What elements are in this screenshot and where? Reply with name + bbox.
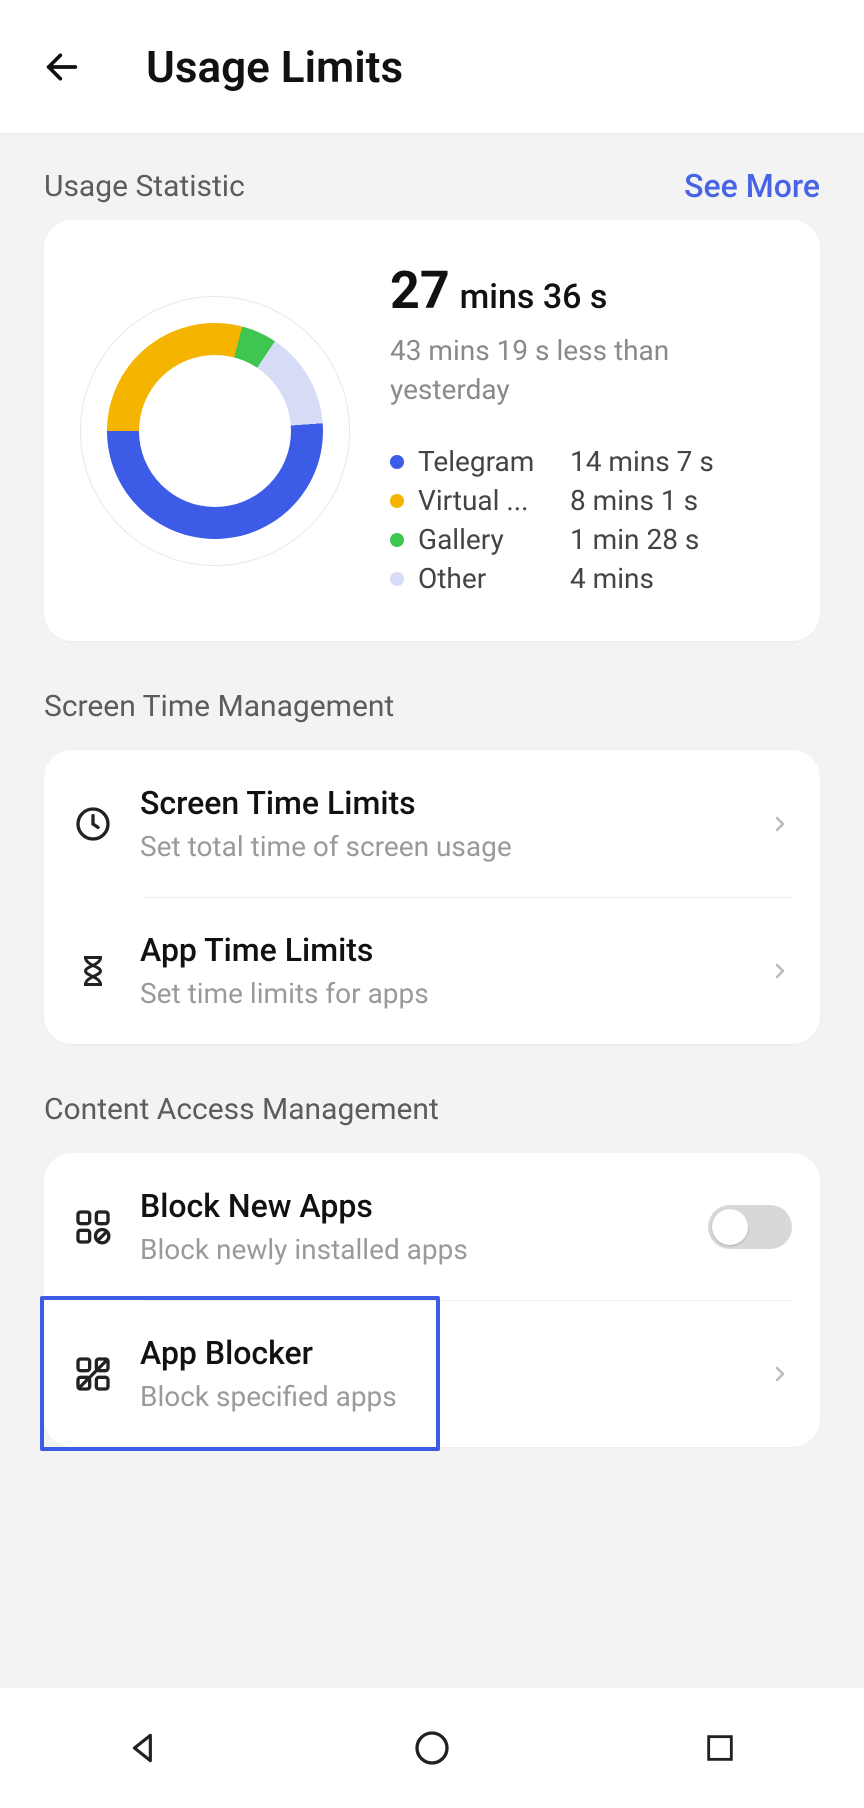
apps-block-icon [70, 1204, 116, 1250]
nav-back-button[interactable] [114, 1718, 174, 1778]
screen-time-item-app-time-limits[interactable]: App Time Limits Set time limits for apps [44, 897, 820, 1044]
list-item-subtitle: Set time limits for apps [140, 977, 768, 1010]
circle-home-icon [412, 1728, 452, 1768]
app-header: Usage Limits [0, 0, 864, 134]
clock-icon [70, 801, 116, 847]
toggle-switch[interactable] [708, 1205, 792, 1249]
page-title: Usage Limits [146, 41, 403, 93]
nav-recent-button[interactable] [690, 1718, 750, 1778]
usage-statistic-card[interactable]: 27 mins 36 s 43 mins 19 s less than yest… [44, 220, 820, 641]
legend-row: Other 4 mins [390, 562, 784, 595]
legend-value: 8 mins 1 s [570, 484, 698, 517]
list-item-subtitle: Set total time of screen usage [140, 830, 768, 863]
content-access-item-block-new-apps[interactable]: Block New Apps Block newly installed apps [44, 1153, 820, 1300]
usage-compare-text: 43 mins 19 s less than yesterday [390, 331, 690, 409]
legend-row: Gallery 1 min 28 s [390, 523, 784, 556]
nav-home-button[interactable] [402, 1718, 462, 1778]
content-access-item-app-blocker[interactable]: App Blocker Block specified apps [44, 1300, 820, 1447]
legend-dot-icon [390, 533, 404, 547]
triangle-back-icon [125, 1729, 163, 1767]
content-access-mgmt-label: Content Access Management [44, 1092, 820, 1127]
back-button[interactable] [40, 45, 84, 89]
usage-legend: Telegram 14 mins 7 s Virtual ... 8 mins 1 s… [390, 445, 784, 595]
system-nav-bar [0, 1688, 864, 1808]
legend-dot-icon [390, 494, 404, 508]
chevron-right-icon [768, 1362, 792, 1386]
arrow-left-icon [42, 47, 82, 87]
screen-time-mgmt-card: Screen Time Limits Set total time of scre… [44, 750, 820, 1044]
list-item-subtitle: Block newly installed apps [140, 1233, 708, 1266]
apps-slash-icon [70, 1351, 116, 1397]
legend-name: Gallery [418, 523, 558, 556]
total-usage-time: 27 mins 36 s [390, 260, 784, 321]
legend-row: Telegram 14 mins 7 s [390, 445, 784, 478]
chevron-right-icon [768, 812, 792, 836]
screen-time-mgmt-label: Screen Time Management [44, 689, 820, 724]
list-item-title: App Time Limits [140, 931, 768, 969]
usage-donut-chart [80, 296, 350, 566]
legend-dot-icon [390, 455, 404, 469]
usage-statistic-label: Usage Statistic [44, 169, 245, 204]
legend-value: 1 min 28 s [570, 523, 699, 556]
legend-dot-icon [390, 572, 404, 586]
hourglass-icon [70, 948, 116, 994]
legend-row: Virtual ... 8 mins 1 s [390, 484, 784, 517]
list-item-title: Screen Time Limits [140, 784, 768, 822]
legend-name: Other [418, 562, 558, 595]
legend-value: 14 mins 7 s [570, 445, 714, 478]
see-more-link[interactable]: See More [684, 167, 820, 205]
square-recent-icon [703, 1731, 737, 1765]
chevron-right-icon [768, 959, 792, 983]
list-item-title: App Blocker [140, 1334, 768, 1372]
legend-name: Telegram [418, 445, 558, 478]
legend-value: 4 mins [570, 562, 654, 595]
list-item-subtitle: Block specified apps [140, 1380, 768, 1413]
content-access-mgmt-card: Block New Apps Block newly installed apps… [44, 1153, 820, 1447]
screen-time-item-screen-time-limits[interactable]: Screen Time Limits Set total time of scre… [44, 750, 820, 897]
legend-name: Virtual ... [418, 484, 558, 517]
list-item-title: Block New Apps [140, 1187, 708, 1225]
